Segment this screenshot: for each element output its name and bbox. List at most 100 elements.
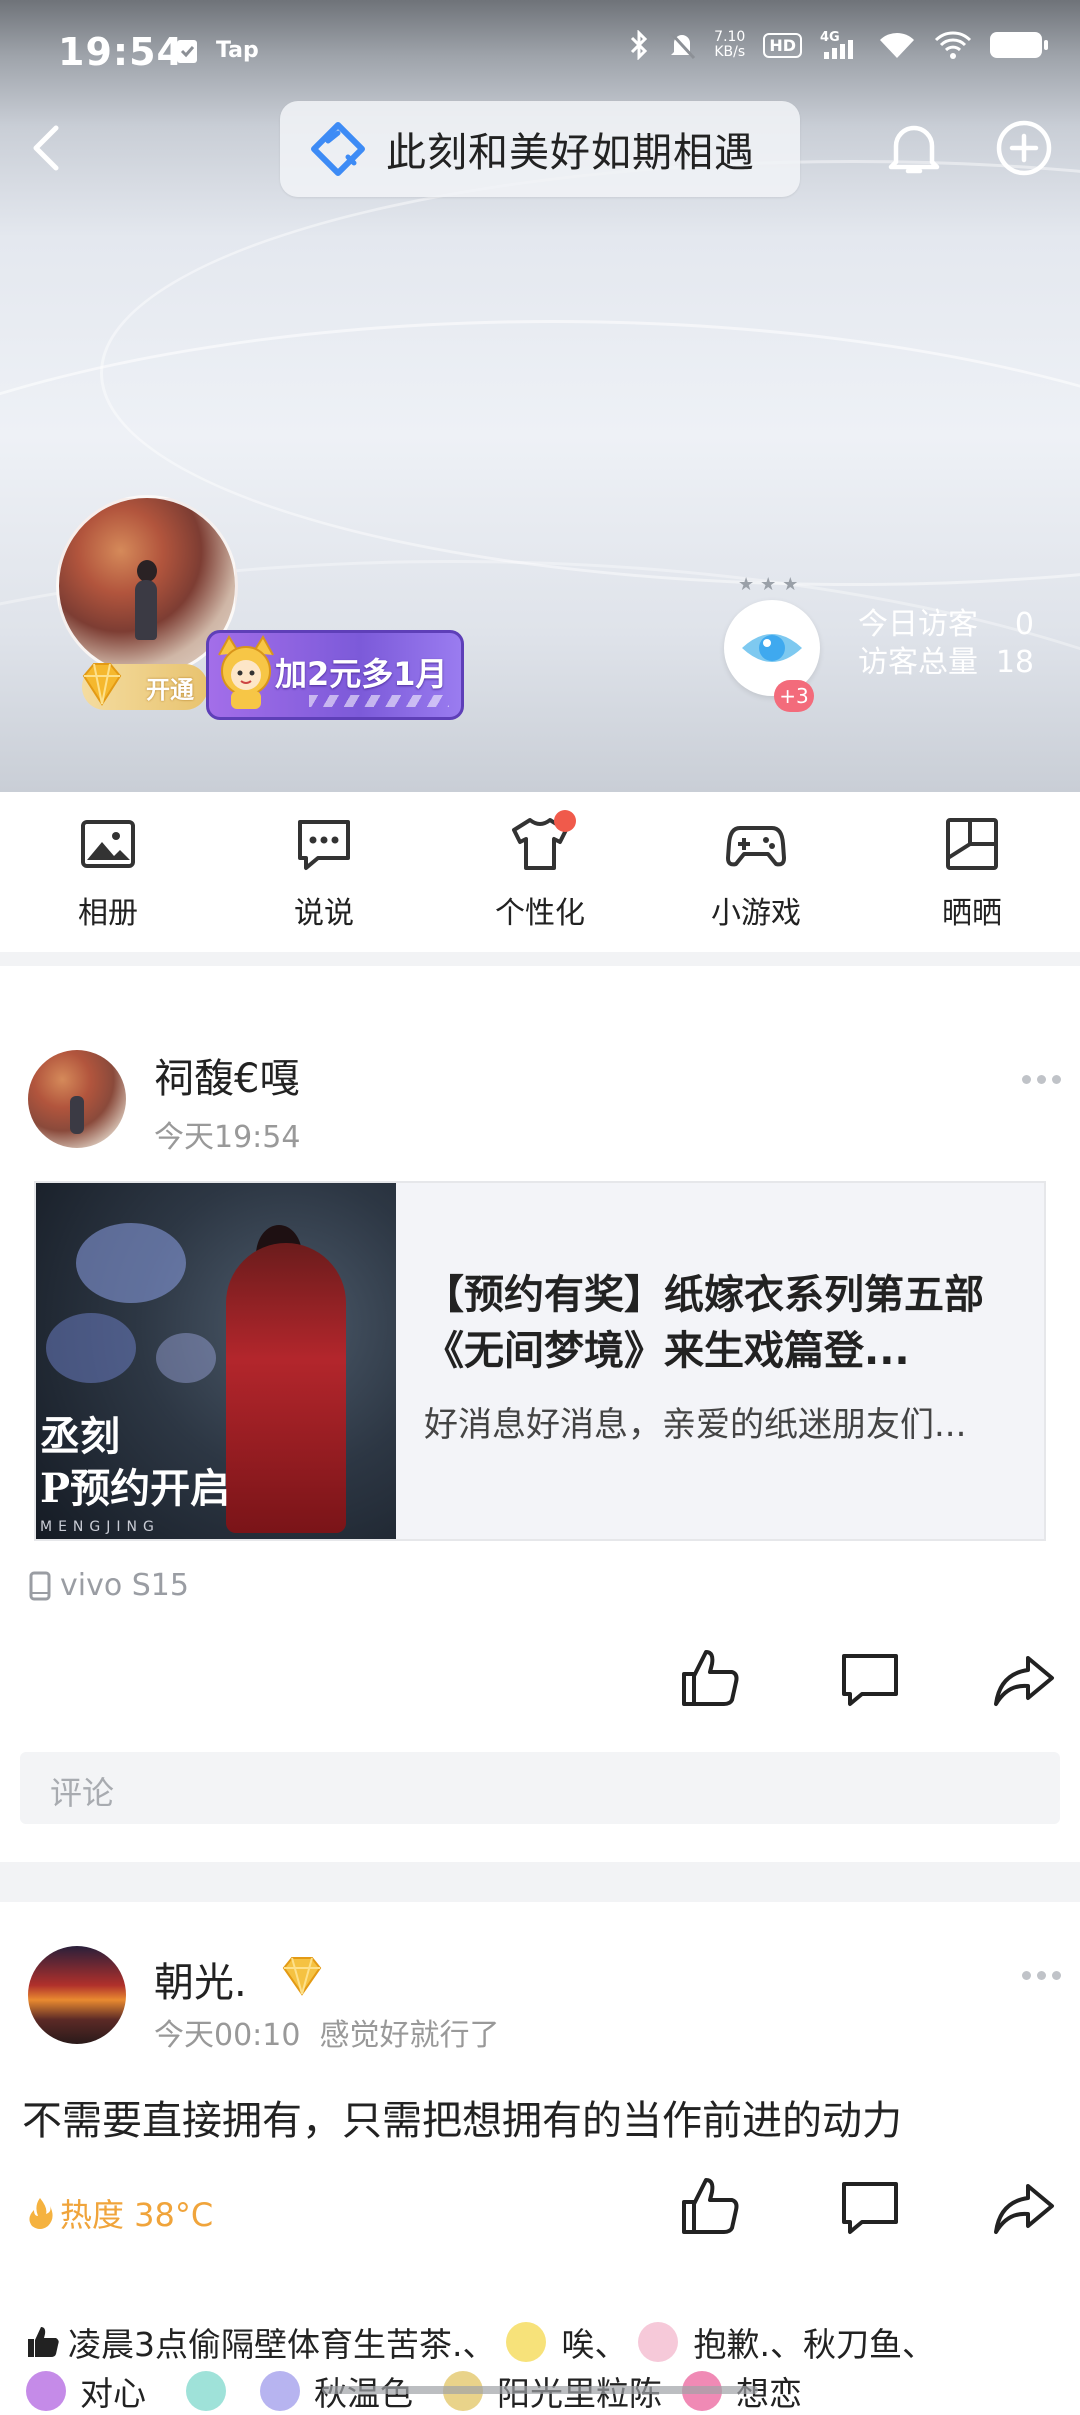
- bluetooth-icon: [631, 30, 648, 60]
- thumb-caption: 丞刻 P预约开启: [40, 1411, 230, 1515]
- likes-list[interactable]: 凌晨3点偷隔壁体育生苦茶.、 唉、 抱歉.、秋刀鱼、: [26, 2318, 1066, 2366]
- liker-avatar: [186, 2371, 226, 2411]
- post-time: 今天00:10 感觉好就行了: [154, 2010, 500, 2054]
- vip-promo-badge[interactable]: 加2元多1月: [206, 630, 464, 720]
- album-icon: [81, 820, 135, 868]
- hotspot-signal-icon: [880, 32, 914, 58]
- post-author-name[interactable]: 朝光.: [154, 1950, 247, 2008]
- post-more-button[interactable]: [1020, 1072, 1064, 1086]
- avatar-figure-body: [135, 580, 157, 640]
- liker-avatar: [260, 2371, 300, 2411]
- visitor-stars: ★★★: [738, 574, 805, 595]
- post-time: 今天19:54: [154, 1120, 301, 1155]
- status-bar: 19:54 Tap 7.10 KB/s HD 4G: [0, 0, 1080, 110]
- liker-avatar: [505, 2322, 546, 2362]
- net-speed: 7.10 KB/s: [714, 30, 745, 60]
- cell-signal-icon: 4G: [820, 30, 853, 59]
- vip-diamond-icon: [282, 1957, 322, 1996]
- feature-bar: 相册 说说 个性化 小游戏 晒晒: [0, 792, 1080, 952]
- post-author-name[interactable]: 祠馥€嘎: [154, 1046, 299, 1104]
- thumb-blossom: [46, 1313, 136, 1383]
- post-text: 不需要直接拥有，只需把想拥有的当作前进的动力: [22, 2098, 902, 2144]
- total-visitors-value: 18: [995, 645, 1034, 680]
- liker-avatar: [637, 2322, 678, 2362]
- today-visitors-value: 0: [1014, 607, 1034, 642]
- net-speed-unit: KB/s: [714, 44, 746, 60]
- battery-icon: [990, 32, 1048, 58]
- feature-album[interactable]: 相册: [28, 814, 188, 932]
- comment-placeholder: 评论: [50, 1774, 115, 1812]
- comment-bubble-icon[interactable]: [838, 2176, 902, 2240]
- status-time: 19:54: [58, 30, 184, 74]
- visitor-stats[interactable]: 今日访客 0 访客总量 18: [858, 606, 1034, 682]
- mascot-icon: [218, 635, 274, 709]
- feature-personalize[interactable]: 个性化: [460, 810, 620, 932]
- status-notification-icons: Tap: [176, 36, 259, 64]
- add-circle-icon[interactable]: [994, 118, 1054, 178]
- post-more-button[interactable]: [1020, 1968, 1064, 1982]
- phone-icon: [29, 1571, 51, 1600]
- status-system-icons: 7.10 KB/s HD 4G: [628, 30, 1048, 60]
- liker-names-2: 唉、: [561, 2325, 628, 2364]
- gamepad-icon: [726, 826, 786, 867]
- liker-names-1: 凌晨3点偷隔壁体育生苦茶.、: [68, 2325, 496, 2364]
- promo-stripes: [309, 695, 449, 707]
- section-divider: [0, 952, 1080, 966]
- vip-open-label: 开通: [146, 675, 194, 704]
- liker-avatar: [26, 2371, 66, 2411]
- header-title-pill[interactable]: 此刻和美好如期相遇: [280, 101, 800, 197]
- thumb-pinyin: MENGJING: [40, 1519, 160, 1535]
- like-filled-icon: [28, 2327, 59, 2357]
- device-tag: vivo S15: [28, 1568, 189, 1603]
- thumb-caption-line1: 丞刻: [40, 1413, 120, 1460]
- back-arrow-icon[interactable]: [20, 118, 80, 178]
- post2-mood: 感觉好就行了: [319, 2018, 500, 2053]
- today-visitors-label: 今日访客: [858, 607, 978, 642]
- tap-app-label: Tap: [216, 37, 259, 63]
- flame-icon: [29, 2198, 53, 2229]
- promo-label: 加2元多1月: [275, 655, 448, 693]
- liker-names-3: 抱歉.、秋刀鱼、: [693, 2325, 936, 2364]
- heat-label: 热度 38°C: [60, 2196, 214, 2234]
- wifi-icon: [934, 31, 972, 59]
- new-indicator-dot: [554, 810, 576, 832]
- feature-minigame-label: 小游戏: [711, 896, 801, 931]
- device-name: vivo S15: [60, 1568, 189, 1603]
- diamond-icon: [82, 663, 122, 706]
- like-thumb-icon[interactable]: [678, 2174, 742, 2238]
- feature-shuoshuo[interactable]: 说说: [244, 814, 404, 932]
- thumb-figure-robe: [226, 1243, 346, 1533]
- hd-badge: HD: [763, 32, 802, 58]
- feature-showoff[interactable]: 晒晒: [892, 814, 1052, 932]
- vip-open-button[interactable]: 开通: [82, 663, 208, 710]
- like-thumb-icon[interactable]: [678, 1646, 742, 1710]
- qzone-logo-icon: [311, 122, 365, 176]
- net-speed-value: 7.10: [714, 29, 746, 45]
- avatar-figure-head: [137, 560, 157, 582]
- today-visitors-row: 今日访客 0: [858, 606, 1034, 644]
- visitor-count-badge: +3: [774, 680, 814, 712]
- share-arrow-icon[interactable]: [992, 1648, 1056, 1712]
- thumb-caption-line2: P预约开启: [40, 1465, 231, 1512]
- collage-icon: [946, 818, 998, 870]
- post-author-avatar[interactable]: [28, 1050, 126, 1148]
- shared-link-card[interactable]: 丞刻 P预约开启 MENGJING 【预约有奖】纸嫁衣系列第五部《无间梦境》来生戏…: [34, 1181, 1046, 1541]
- comment-bubble-icon[interactable]: [838, 1648, 902, 1712]
- comment-input[interactable]: 评论: [20, 1752, 1060, 1824]
- feature-showoff-label: 晒晒: [942, 896, 1002, 931]
- feature-personalize-label: 个性化: [495, 896, 585, 931]
- thumb-blossom: [156, 1333, 216, 1383]
- total-visitors-label: 访客总量: [858, 645, 978, 680]
- post2-time: 今天00:10: [154, 2018, 301, 2053]
- feature-album-label: 相册: [78, 896, 138, 931]
- thumb-blossom: [76, 1223, 186, 1303]
- heat-indicator: 热度 38°C: [26, 2190, 213, 2236]
- chat-icon: [298, 820, 350, 870]
- home-indicator[interactable]: [322, 2386, 758, 2394]
- post-author-avatar[interactable]: [28, 1946, 126, 2044]
- link-description: 好消息好消息，亲爱的纸迷朋友们...: [424, 1405, 967, 1445]
- notification-bell-icon[interactable]: [884, 118, 944, 180]
- feature-minigame[interactable]: 小游戏: [676, 814, 836, 932]
- header-title: 此刻和美好如期相遇: [386, 130, 755, 176]
- share-arrow-icon[interactable]: [992, 2176, 1056, 2240]
